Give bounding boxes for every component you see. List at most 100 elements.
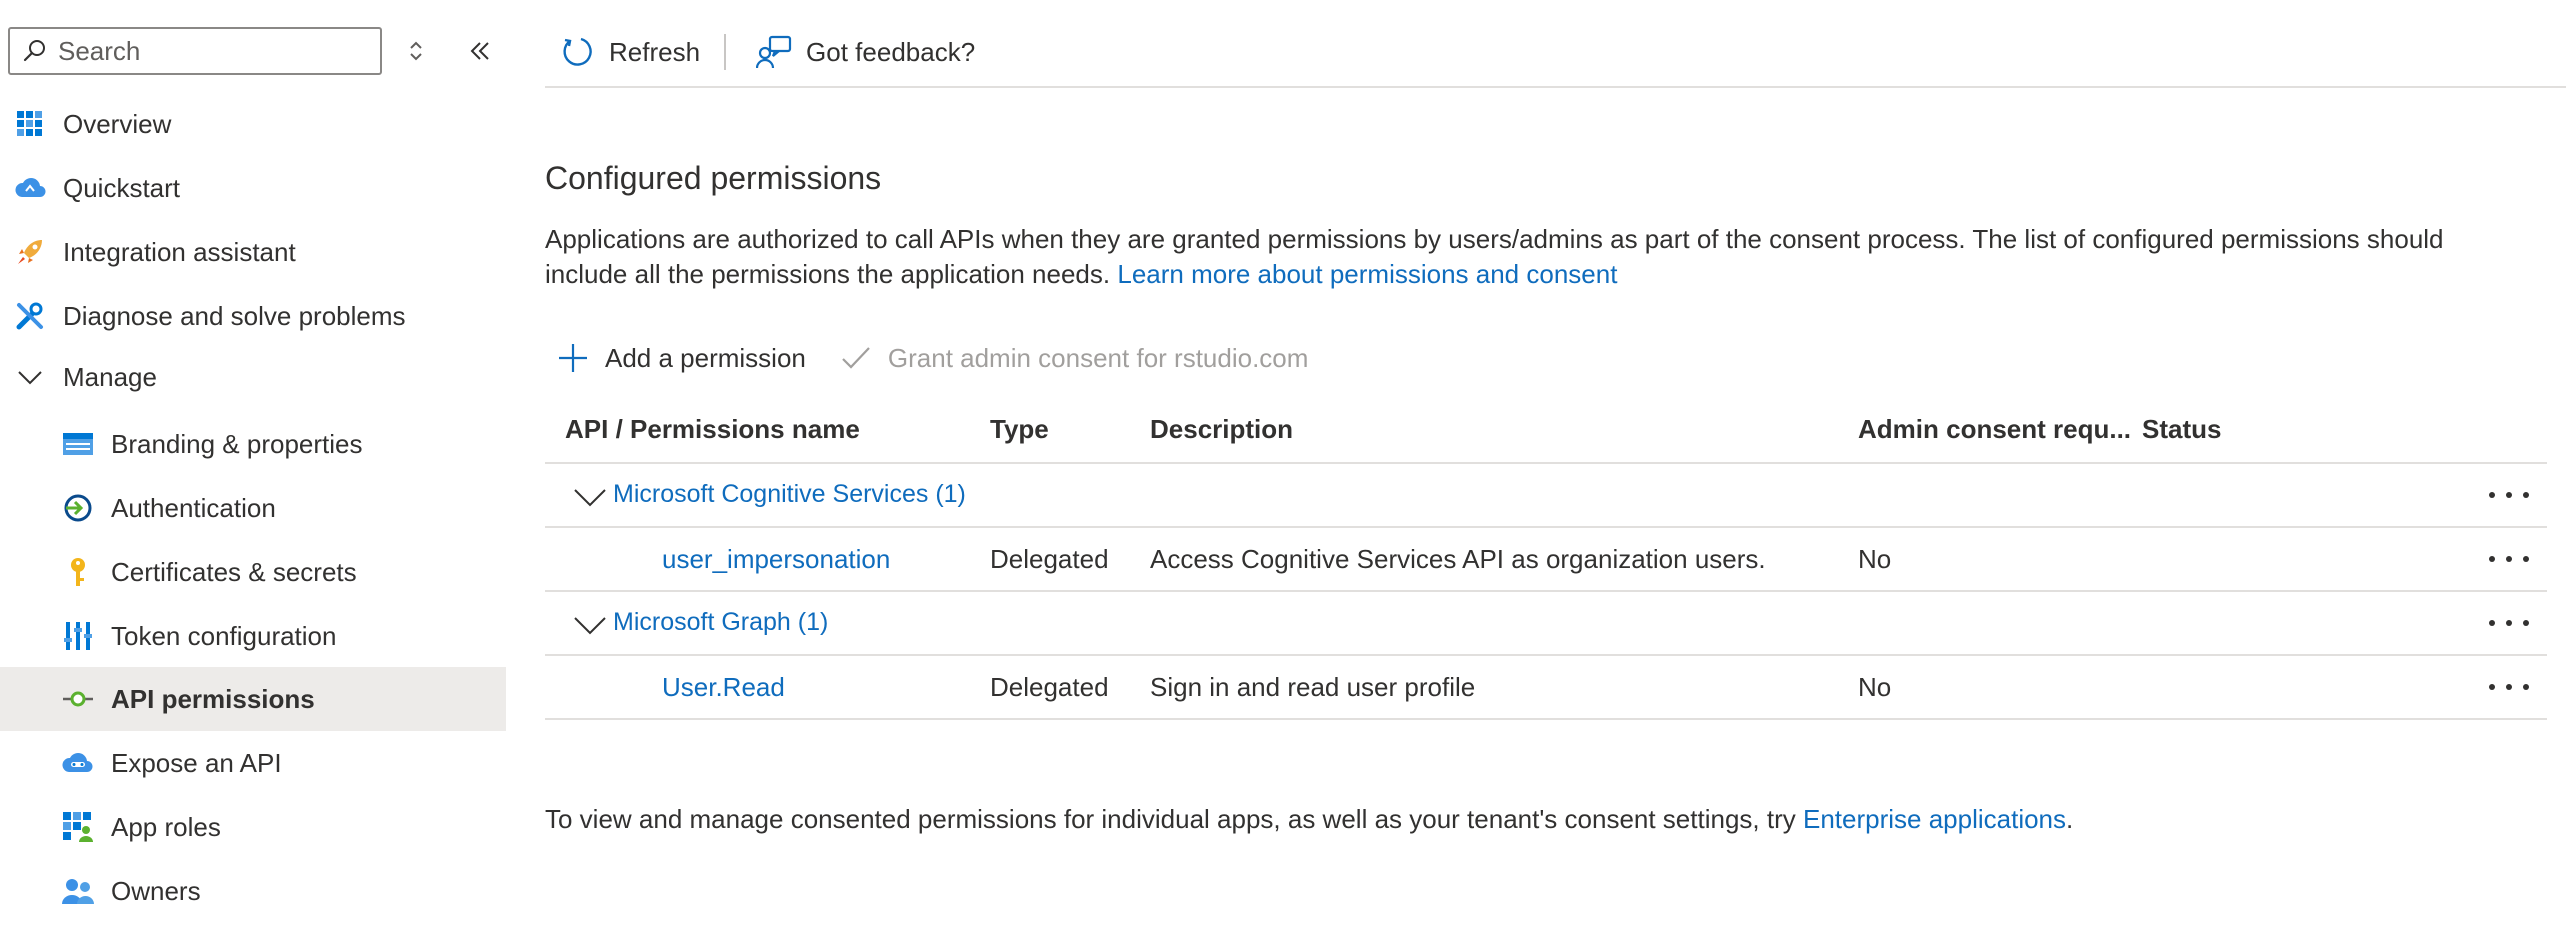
chevron-down-icon[interactable] bbox=[573, 484, 607, 510]
grant-admin-consent-button[interactable]: Grant admin consent for rstudio.com bbox=[840, 342, 1309, 374]
ellipsis-dot bbox=[2523, 556, 2529, 562]
toolbar-separator bbox=[724, 34, 727, 70]
sort-toggle-button[interactable] bbox=[402, 37, 430, 65]
search-input[interactable] bbox=[58, 35, 358, 67]
sidebar-item-diagnose[interactable]: Diagnose and solve problems bbox=[0, 284, 506, 348]
ellipsis-dot bbox=[2506, 620, 2512, 626]
refresh-button[interactable]: Refresh bbox=[545, 20, 716, 84]
sidebar-search-row bbox=[8, 27, 508, 75]
checkmark-icon bbox=[842, 347, 870, 369]
more-options-button[interactable] bbox=[2489, 610, 2529, 636]
app-roles-icon bbox=[61, 810, 95, 844]
admin-consent-value: No bbox=[1858, 544, 1892, 574]
ellipsis-dot bbox=[2506, 492, 2512, 498]
admin-consent-value: No bbox=[1858, 672, 1892, 702]
sidebar-group-manage[interactable]: Manage bbox=[0, 345, 506, 409]
sidebar-item-owners[interactable]: Owners bbox=[0, 859, 506, 923]
footer-text: To view and manage consented permissions… bbox=[545, 804, 1796, 834]
column-header-description[interactable]: Description bbox=[1150, 414, 1293, 445]
owners-icon bbox=[61, 874, 95, 908]
permission-name-link[interactable]: user_impersonation bbox=[662, 544, 890, 575]
sidebar-item-label: App roles bbox=[111, 811, 221, 842]
table-header: API / Permissions name Type Description … bbox=[545, 398, 2547, 464]
sidebar-item-integration-assistant[interactable]: Integration assistant bbox=[0, 220, 506, 284]
ellipsis-dot bbox=[2489, 492, 2495, 498]
column-header-admin-consent[interactable]: Admin consent requ... bbox=[1858, 414, 2131, 445]
collapse-sidebar-button[interactable] bbox=[464, 35, 496, 67]
overview-grid-icon bbox=[13, 107, 47, 141]
group-row-cognitive-services: Microsoft Cognitive Services (1) bbox=[545, 464, 2547, 528]
quickstart-cloud-icon bbox=[13, 171, 47, 205]
permission-description: Access Cognitive Services API as organiz… bbox=[1150, 544, 1766, 574]
column-header-status[interactable]: Status bbox=[2142, 414, 2221, 445]
column-header-name[interactable]: API / Permissions name bbox=[565, 414, 860, 445]
ellipsis-dot bbox=[2523, 620, 2529, 626]
table-row: User.Read Delegated Sign in and read use… bbox=[545, 656, 2547, 720]
sidebar-item-label: Integration assistant bbox=[63, 236, 296, 267]
sidebar-item-label: Authentication bbox=[111, 492, 276, 523]
feedback-button[interactable]: Got feedback? bbox=[742, 20, 991, 84]
key-icon bbox=[61, 555, 95, 589]
permission-description: Sign in and read user profile bbox=[1150, 672, 1476, 702]
chevron-up-down-icon bbox=[410, 41, 422, 61]
sidebar-item-branding[interactable]: Branding & properties bbox=[0, 412, 506, 476]
api-group-link[interactable]: Microsoft Cognitive Services (1) bbox=[613, 480, 966, 509]
authentication-icon bbox=[61, 491, 95, 525]
add-permission-button[interactable]: Add a permission bbox=[557, 342, 806, 374]
ellipsis-dot bbox=[2523, 684, 2529, 690]
cloud-api-icon bbox=[61, 746, 95, 780]
sidebar-item-label: Manage bbox=[63, 361, 157, 392]
double-chevron-left-icon bbox=[470, 42, 489, 60]
sidebar-item-certificates[interactable]: Certificates & secrets bbox=[0, 540, 506, 604]
page-title: Configured permissions bbox=[545, 160, 882, 196]
sidebar-item-overview[interactable]: Overview bbox=[0, 92, 506, 156]
column-header-type[interactable]: Type bbox=[990, 414, 1049, 445]
ellipsis-dot bbox=[2506, 556, 2512, 562]
intro-paragraph: Applications are authorized to call APIs… bbox=[545, 222, 2525, 292]
sidebar-item-label: Diagnose and solve problems bbox=[63, 300, 406, 331]
permission-type: Delegated bbox=[990, 544, 1109, 574]
sidebar: Overview Quickstart Integration assistan… bbox=[0, 0, 506, 926]
enterprise-applications-link[interactable]: Enterprise applications bbox=[1803, 804, 2066, 834]
sidebar-item-label: Token configuration bbox=[111, 620, 337, 651]
search-icon bbox=[23, 40, 45, 62]
refresh-label: Refresh bbox=[609, 36, 701, 67]
sidebar-item-quickstart[interactable]: Quickstart bbox=[0, 156, 506, 220]
toolbar-divider bbox=[545, 86, 2566, 88]
plus-icon bbox=[559, 344, 587, 372]
sidebar-item-label: Quickstart bbox=[63, 172, 181, 203]
sidebar-item-label: Overview bbox=[63, 108, 172, 139]
add-permission-label: Add a permission bbox=[605, 342, 806, 373]
sidebar-item-expose-api[interactable]: Expose an API bbox=[0, 731, 506, 795]
sidebar-item-api-permissions[interactable]: API permissions bbox=[0, 667, 506, 731]
feedback-person-icon bbox=[756, 35, 792, 69]
branding-icon bbox=[61, 427, 95, 461]
table-row: user_impersonation Delegated Access Cogn… bbox=[545, 528, 2547, 592]
ellipsis-dot bbox=[2506, 684, 2512, 690]
permissions-table: API / Permissions name Type Description … bbox=[545, 398, 2547, 720]
token-bars-icon bbox=[61, 619, 95, 653]
command-bar: Refresh Got feedback? bbox=[545, 20, 991, 84]
ellipsis-dot bbox=[2489, 556, 2495, 562]
more-options-button[interactable] bbox=[2489, 674, 2529, 700]
api-group-link[interactable]: Microsoft Graph (1) bbox=[613, 608, 828, 637]
sidebar-item-label: Expose an API bbox=[111, 747, 282, 778]
chevron-down-icon[interactable] bbox=[573, 612, 607, 638]
sidebar-item-authentication[interactable]: Authentication bbox=[0, 476, 506, 540]
group-row-microsoft-graph: Microsoft Graph (1) bbox=[545, 592, 2547, 656]
sidebar-item-app-roles[interactable]: App roles bbox=[0, 795, 506, 859]
feedback-label: Got feedback? bbox=[806, 36, 976, 67]
sidebar-item-label: Owners bbox=[111, 875, 201, 906]
permission-name-link[interactable]: User.Read bbox=[662, 672, 785, 703]
sidebar-item-label: Certificates & secrets bbox=[111, 556, 357, 587]
api-permissions-icon bbox=[61, 682, 95, 716]
footer-note: To view and manage consented permissions… bbox=[545, 804, 2073, 835]
sidebar-item-token-configuration[interactable]: Token configuration bbox=[0, 604, 506, 668]
learn-more-link[interactable]: Learn more about permissions and consent bbox=[1117, 259, 1617, 289]
more-options-button[interactable] bbox=[2489, 546, 2529, 572]
grant-admin-consent-label: Grant admin consent for rstudio.com bbox=[887, 342, 1309, 373]
ellipsis-dot bbox=[2523, 492, 2529, 498]
permission-type: Delegated bbox=[990, 672, 1109, 702]
search-box[interactable] bbox=[8, 27, 382, 75]
more-options-button[interactable] bbox=[2489, 482, 2529, 508]
